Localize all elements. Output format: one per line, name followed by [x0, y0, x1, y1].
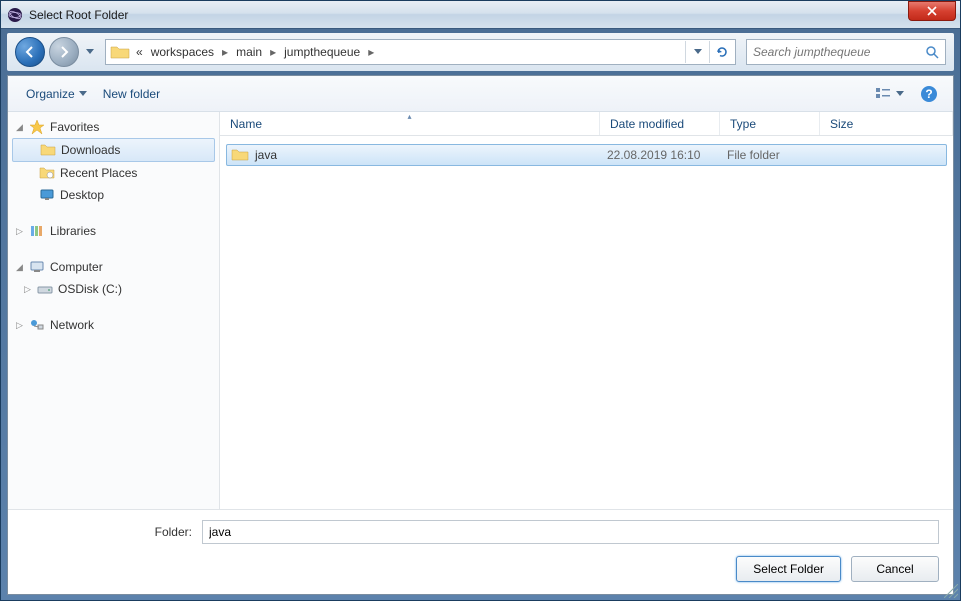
new-folder-button[interactable]: New folder [95, 83, 168, 105]
expand-arrow-icon: ▷ [16, 320, 26, 331]
file-list: ▴ Name Date modified Type Size java 22.0… [220, 112, 953, 509]
titlebar[interactable]: Select Root Folder [1, 1, 960, 29]
nav-bar: « workspaces ▸ main ▸ jumpthequeue ▸ [7, 33, 954, 71]
help-button[interactable]: ? [915, 82, 943, 106]
file-rows[interactable]: java 22.08.2019 16:10 File folder [220, 136, 953, 509]
chevron-right-icon: ▸ [270, 45, 276, 59]
search-box[interactable] [746, 39, 946, 65]
expand-arrow-icon: ◢ [16, 262, 26, 273]
refresh-button[interactable] [709, 41, 733, 63]
folder-icon [39, 142, 57, 158]
column-header-type[interactable]: Type [720, 112, 820, 135]
sidebar: ◢ Favorites Downloads Recent Places [8, 112, 220, 509]
bottom-panel: Folder: Select Folder Cancel [8, 509, 953, 594]
column-header-size[interactable]: Size [820, 112, 953, 135]
sidebar-item-label: Recent Places [60, 166, 137, 180]
sidebar-item-computer[interactable]: ◢ Computer [8, 256, 219, 278]
nav-history-dropdown[interactable] [83, 40, 97, 64]
column-header-date[interactable]: Date modified [600, 112, 720, 135]
arrow-right-icon [57, 45, 71, 59]
file-row[interactable]: java 22.08.2019 16:10 File folder [226, 144, 947, 166]
views-button[interactable] [867, 82, 911, 106]
window-title: Select Root Folder [29, 8, 908, 22]
content-area: Organize New folder ? ◢ F [7, 75, 954, 595]
address-bar[interactable]: « workspaces ▸ main ▸ jumpthequeue ▸ [105, 39, 736, 65]
desktop-icon [38, 187, 56, 203]
sidebar-item-osdisk[interactable]: ▷ OSDisk (C:) [8, 278, 219, 300]
breadcrumb-overflow[interactable]: « [132, 43, 147, 61]
organize-button[interactable]: Organize [18, 83, 95, 105]
folder-label: Folder: [22, 525, 202, 539]
file-date: 22.08.2019 16:10 [607, 148, 727, 162]
search-icon [925, 45, 939, 59]
favorites-label: Favorites [50, 120, 99, 134]
tree-group-libraries: ▷ Libraries [8, 220, 219, 242]
close-icon [927, 6, 937, 16]
file-name: java [255, 148, 277, 162]
dialog-window: Select Root Folder « workspaces ▸ main ▸… [0, 0, 961, 601]
expand-arrow-icon: ◢ [16, 122, 26, 133]
sidebar-item-label: Desktop [60, 188, 104, 202]
folder-input[interactable] [202, 520, 939, 544]
chevron-down-icon [694, 49, 702, 55]
libraries-icon [28, 223, 46, 239]
folder-icon [110, 42, 130, 62]
sidebar-item-desktop[interactable]: Desktop [8, 184, 219, 206]
computer-label: Computer [50, 260, 103, 274]
search-input[interactable] [753, 45, 925, 59]
computer-icon [28, 259, 46, 275]
libraries-label: Libraries [50, 224, 96, 238]
resize-grip-icon[interactable] [944, 584, 958, 598]
chevron-right-icon: ▸ [222, 45, 228, 59]
sidebar-item-label: Downloads [61, 143, 120, 157]
sidebar-item-favorites[interactable]: ◢ Favorites [8, 116, 219, 138]
arrow-left-icon [23, 45, 37, 59]
tree-group-network: ▷ Network [8, 314, 219, 336]
tree-group-computer: ◢ Computer ▷ OSDisk (C:) [8, 256, 219, 300]
chevron-down-icon [79, 91, 87, 97]
svg-text:?: ? [925, 87, 932, 101]
main-panel: ◢ Favorites Downloads Recent Places [8, 112, 953, 509]
sidebar-item-label: OSDisk (C:) [58, 282, 122, 296]
help-icon: ? [920, 85, 938, 103]
tree-group-favorites: ◢ Favorites Downloads Recent Places [8, 116, 219, 206]
organize-label: Organize [26, 87, 75, 101]
views-icon [875, 87, 893, 101]
sort-ascending-icon: ▴ [220, 112, 599, 121]
network-label: Network [50, 318, 94, 332]
folder-icon [231, 148, 249, 162]
back-button[interactable] [15, 37, 45, 67]
select-folder-button[interactable]: Select Folder [736, 556, 841, 582]
column-headers: ▴ Name Date modified Type Size [220, 112, 953, 136]
drive-icon [36, 281, 54, 297]
network-icon [28, 317, 46, 333]
refresh-icon [715, 45, 729, 59]
toolbar: Organize New folder ? [8, 76, 953, 112]
address-dropdown[interactable] [685, 41, 709, 63]
breadcrumb: « workspaces ▸ main ▸ jumpthequeue ▸ [132, 43, 685, 61]
column-header-name[interactable]: ▴ Name [220, 112, 600, 135]
chevron-down-icon [896, 91, 904, 97]
expand-arrow-icon: ▷ [16, 226, 26, 237]
chevron-right-icon: ▸ [368, 45, 374, 59]
close-button[interactable] [908, 1, 956, 21]
expand-arrow-icon: ▷ [24, 284, 34, 295]
sidebar-item-network[interactable]: ▷ Network [8, 314, 219, 336]
sidebar-item-downloads[interactable]: Downloads [12, 138, 215, 162]
file-type: File folder [727, 148, 827, 162]
forward-button[interactable] [49, 37, 79, 67]
breadcrumb-item[interactable]: main [232, 43, 266, 61]
eclipse-icon [7, 7, 23, 23]
breadcrumb-item[interactable]: workspaces [147, 43, 218, 61]
sidebar-item-libraries[interactable]: ▷ Libraries [8, 220, 219, 242]
sidebar-item-recent-places[interactable]: Recent Places [8, 162, 219, 184]
chevron-down-icon [86, 49, 94, 55]
cancel-button[interactable]: Cancel [851, 556, 939, 582]
new-folder-label: New folder [103, 87, 160, 101]
star-icon [28, 119, 46, 135]
recent-icon [38, 165, 56, 181]
breadcrumb-item[interactable]: jumpthequeue [280, 43, 364, 61]
